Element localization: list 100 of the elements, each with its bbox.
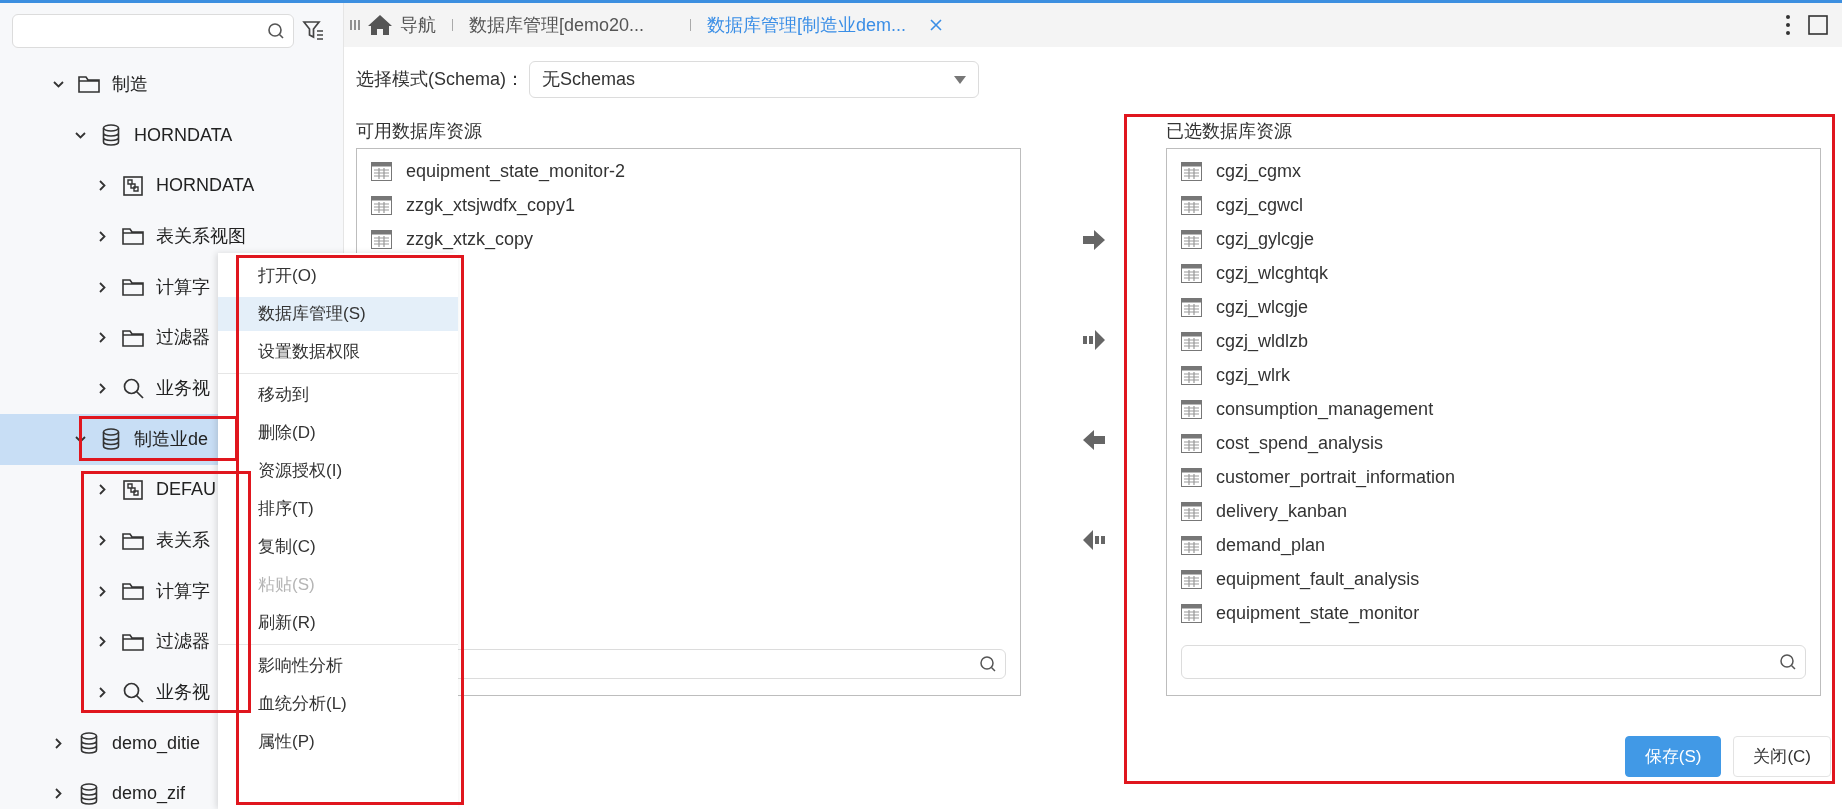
list-item[interactable]: equipment_state_monitor-2: [406, 157, 626, 185]
tree-row[interactable]: 表关系视图: [0, 211, 246, 262]
tree-row[interactable]: 制造业de: [0, 413, 218, 465]
tree-item-label[interactable]: 表关系: [156, 527, 210, 555]
maximize-icon[interactable]: [1808, 15, 1828, 35]
tree-item-label[interactable]: 计算字: [156, 577, 210, 605]
tree-item-label[interactable]: 制造: [112, 70, 148, 98]
tree-row[interactable]: 业务视: [0, 667, 218, 718]
tree-row[interactable]: HORNDATA: [0, 109, 233, 161]
menu-item[interactable]: 复制(C): [218, 530, 458, 564]
folder-icon: [122, 328, 144, 347]
tree-row[interactable]: 计算字: [0, 565, 218, 617]
tree-item-label[interactable]: 业务视: [156, 374, 210, 402]
list-item[interactable]: demand_plan: [1216, 531, 1326, 559]
list-item[interactable]: cost_spend_analysis: [1216, 429, 1384, 457]
chevron-right-icon[interactable]: [98, 585, 106, 597]
tree-row[interactable]: demo_ditie: [0, 717, 218, 769]
double-arrow-left-icon[interactable]: [1082, 530, 1105, 550]
menu-item[interactable]: 删除(D): [218, 416, 458, 450]
chevron-right-icon[interactable]: [98, 535, 106, 547]
tree-row[interactable]: 制造: [0, 59, 218, 110]
list-item[interactable]: equipment_fault_analysis: [1216, 565, 1420, 593]
tree-item-label[interactable]: 业务视: [156, 679, 210, 707]
tree-item-label[interactable]: 过滤器: [156, 324, 210, 352]
search-field[interactable]: [12, 14, 294, 48]
menu-item[interactable]: 刷新(R): [218, 606, 458, 640]
table-icon: [1181, 365, 1202, 385]
arrow-left-icon[interactable]: [1082, 430, 1105, 450]
tree-item-label[interactable]: demo_zif: [112, 780, 186, 808]
tree-row[interactable]: 业务视: [0, 363, 218, 414]
table-icon: [1181, 603, 1202, 623]
drag-handle-icon[interactable]: [350, 19, 362, 31]
menu-item[interactable]: 打开(O): [218, 259, 458, 293]
tree-row[interactable]: 过滤器: [0, 616, 218, 668]
tree-item-label[interactable]: DEFAU: [156, 476, 216, 504]
arrow-right-icon[interactable]: [1082, 230, 1105, 250]
menu-item[interactable]: 影响性分析: [218, 649, 458, 683]
chevron-right-icon[interactable]: [98, 382, 106, 394]
schema-icon: [123, 479, 143, 500]
list-item[interactable]: cgzj_cgwcl: [1216, 191, 1304, 219]
table-icon: [1181, 161, 1202, 181]
tree-item-label[interactable]: 过滤器: [156, 628, 210, 656]
tree-row[interactable]: DEFAU: [0, 464, 218, 516]
list-item[interactable]: equipment_state_monitor: [1216, 599, 1420, 627]
double-arrow-right-icon[interactable]: [1082, 330, 1105, 350]
tree-row[interactable]: demo_zif: [0, 768, 218, 809]
menu-item[interactable]: 移动到: [218, 378, 458, 412]
tree-item-label[interactable]: demo_ditie: [112, 729, 201, 757]
close-button[interactable]: 关闭(C): [1733, 736, 1831, 777]
close-icon[interactable]: [930, 19, 943, 31]
tree-row[interactable]: 过滤器: [0, 312, 218, 364]
list-item[interactable]: customer_portrait_information: [1216, 463, 1456, 491]
panel-title: 可用数据库资源: [356, 120, 483, 142]
tree-item-label[interactable]: 计算字: [156, 273, 210, 301]
tree-item-label[interactable]: 制造业de: [134, 425, 209, 453]
menu-item[interactable]: 设置数据权限: [218, 335, 458, 369]
search-field[interactable]: [1181, 645, 1806, 679]
chevron-right-icon[interactable]: [54, 737, 62, 749]
menu-item[interactable]: 属性(P): [218, 725, 458, 759]
menu-item[interactable]: 资源授权(I): [218, 454, 458, 488]
chevron-right-icon[interactable]: [98, 281, 106, 293]
chevron-down-icon[interactable]: [52, 80, 64, 88]
table-icon: [371, 195, 392, 215]
filter-icon[interactable]: [302, 19, 326, 43]
search-icon: [979, 655, 997, 673]
schema-label: 选择模式(Schema)：: [356, 68, 526, 91]
tree-row[interactable]: HORNDATA: [0, 160, 255, 212]
list-item[interactable]: cgzj_wlrk: [1216, 361, 1290, 389]
list-item[interactable]: consumption_management: [1216, 395, 1434, 423]
list-item[interactable]: delivery_kanban: [1216, 497, 1348, 525]
tab[interactable]: 导航: [368, 11, 436, 39]
chevron-right-icon[interactable]: [98, 332, 106, 344]
tree-row[interactable]: 表关系: [0, 515, 218, 566]
chevron-right-icon[interactable]: [98, 484, 106, 496]
list-item[interactable]: cgzj_wlcghtqk: [1216, 259, 1329, 287]
more-options-icon[interactable]: [1786, 15, 1790, 35]
chevron-down-icon[interactable]: [74, 131, 86, 139]
chevron-right-icon[interactable]: [98, 180, 106, 192]
tree-item-label[interactable]: 表关系视图: [156, 222, 246, 250]
menu-item[interactable]: 数据库管理(S): [218, 297, 458, 331]
list-item[interactable]: cgzj_gylcgje: [1216, 225, 1315, 253]
chevron-right-icon[interactable]: [98, 636, 106, 648]
tree-item-label[interactable]: HORNDATA: [156, 172, 255, 200]
chevron-right-icon[interactable]: [98, 230, 106, 242]
list-item[interactable]: zzgk_xtzk_copy: [406, 225, 534, 253]
menu-item[interactable]: 排序(T): [218, 492, 458, 526]
schema-select[interactable]: 无Schemas: [529, 61, 979, 98]
list-item[interactable]: cgzj_wlcgje: [1216, 293, 1309, 321]
tree-item-label[interactable]: HORNDATA: [134, 121, 233, 149]
list-item[interactable]: cgzj_wldlzb: [1216, 327, 1309, 355]
list-item[interactable]: cgzj_cgmx: [1216, 157, 1302, 185]
table-icon: [1181, 569, 1202, 589]
table-icon: [1181, 535, 1202, 555]
tree-row[interactable]: 计算字: [0, 261, 218, 313]
chevron-right-icon[interactable]: [98, 687, 106, 699]
search-icon: [267, 22, 285, 40]
tab[interactable]: 数据库管理[demo20...: [469, 11, 674, 39]
chevron-right-icon[interactable]: [54, 788, 62, 800]
menu-item[interactable]: 血统分析(L): [218, 687, 458, 721]
list-item[interactable]: zzgk_xtsjwdfx_copy1: [406, 191, 576, 219]
